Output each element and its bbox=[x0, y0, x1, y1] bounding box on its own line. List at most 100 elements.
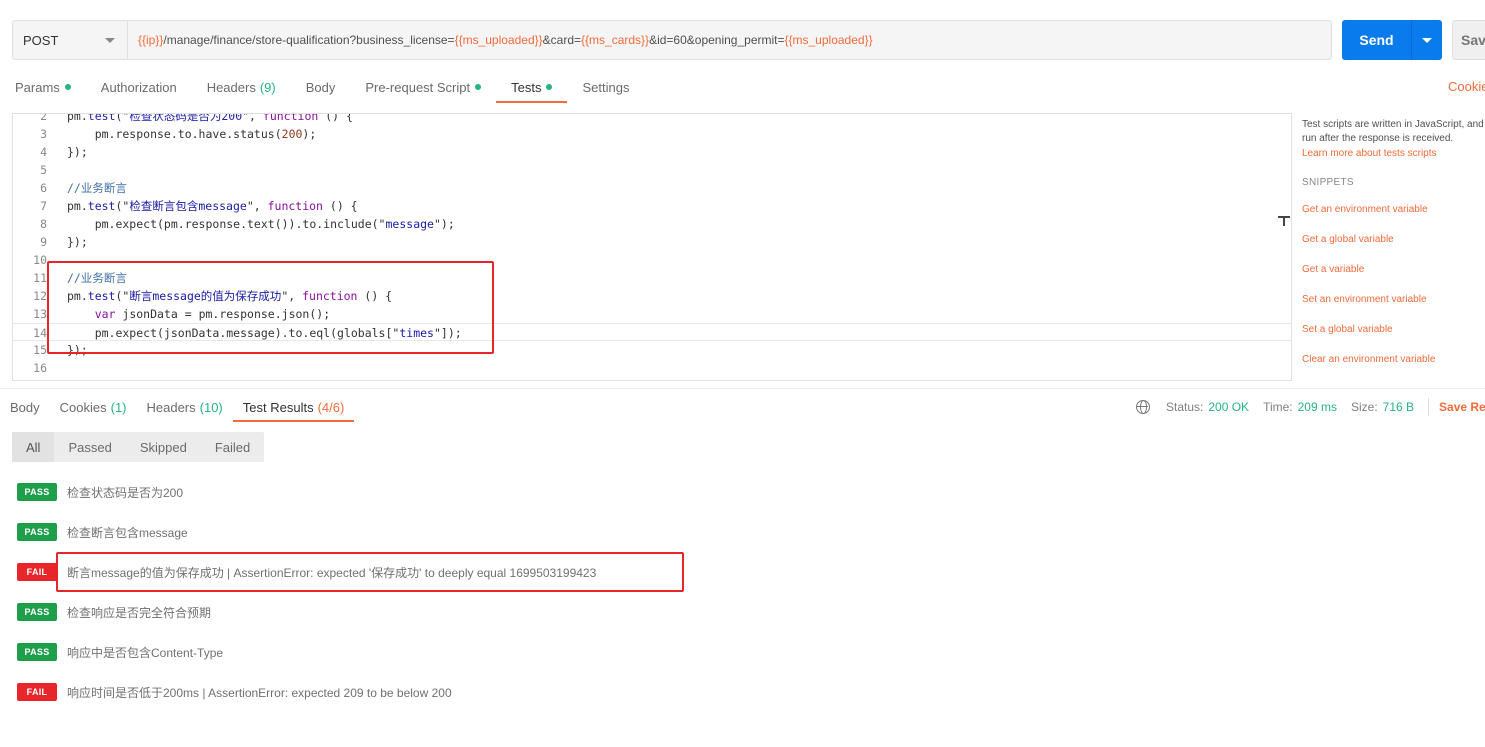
code-line[interactable]: 3 pm.response.to.have.status(200); bbox=[13, 125, 1291, 143]
response-tab-test-results[interactable]: Test Results (4/6) bbox=[232, 394, 355, 422]
test-result-text: 响应时间是否低于200ms | AssertionError: expected… bbox=[67, 685, 452, 700]
time-value[interactable]: 209 ms bbox=[1298, 400, 1337, 414]
tab-label: Tests bbox=[511, 79, 542, 95]
snippet-link[interactable]: Get a global variable bbox=[1302, 234, 1394, 245]
pass-badge: PASS bbox=[17, 523, 57, 541]
url-text: &id=60&opening_permit= bbox=[649, 33, 785, 47]
code-text: //业务断言 bbox=[67, 377, 127, 380]
tab-label: Body bbox=[305, 79, 336, 95]
test-result-text: 检查状态码是否为200 bbox=[67, 485, 184, 500]
line-number: 6 bbox=[40, 181, 47, 195]
pass-badge: PASS bbox=[17, 643, 57, 661]
snippet-link[interactable]: Set a global variable bbox=[1302, 324, 1393, 335]
code-text: pm.expect(pm.response.text()).to.include… bbox=[67, 217, 455, 231]
url-input[interactable]: {{ip}}/manage/finance/store-qualificatio… bbox=[128, 33, 1331, 47]
code-line[interactable]: 8 pm.expect(pm.response.text()).to.inclu… bbox=[13, 215, 1291, 233]
code-line[interactable]: 4}); bbox=[13, 143, 1291, 161]
tab-label: Cookies bbox=[59, 399, 107, 415]
test-result-row: PASS 检查响应是否完全符合预期 bbox=[17, 602, 211, 622]
method-select[interactable]: POST bbox=[13, 21, 128, 59]
code-line[interactable]: 2 pm.test("检查状态码是否为200", function () { bbox=[13, 113, 1291, 125]
test-result-text: 检查断言包含message bbox=[67, 525, 188, 540]
send-options-dropdown[interactable] bbox=[1412, 20, 1442, 60]
tab-count: (9) bbox=[259, 79, 276, 95]
snippet-link[interactable]: Get an environment variable bbox=[1302, 204, 1428, 215]
tab-count: (1) bbox=[110, 399, 127, 415]
line-number: 3 bbox=[40, 127, 47, 141]
tab-params[interactable]: Params bbox=[0, 72, 86, 102]
line-number: 14 bbox=[33, 326, 47, 340]
request-tabs: Params Authorization Headers (9) Body Pre-req… bbox=[0, 72, 644, 103]
code-text: pm.response.to.have.status(200); bbox=[67, 127, 317, 141]
test-result-text: 响应中是否包含Content-Type bbox=[67, 645, 224, 660]
test-result-row: PASS 响应中是否包含Content-Type bbox=[17, 642, 223, 662]
url-text: /manage/finance/store-qualification?busi… bbox=[163, 33, 455, 47]
code-line[interactable]: 6 //业务断言 bbox=[13, 179, 1291, 197]
tab-count: (10) bbox=[199, 399, 223, 415]
tab-label: Authorization bbox=[100, 79, 177, 95]
snippet-link[interactable]: Clear an environment variable bbox=[1302, 354, 1435, 365]
fail-badge: FAIL bbox=[17, 563, 57, 581]
filter-skipped[interactable]: Skipped bbox=[126, 432, 201, 462]
tab-label: Settings bbox=[582, 79, 630, 95]
url-variable: {{ms_uploaded}} bbox=[784, 33, 873, 47]
line-number: 13 bbox=[33, 307, 47, 321]
tab-label: Headers bbox=[206, 79, 256, 95]
line-number: 8 bbox=[40, 217, 47, 231]
response-tab-headers[interactable]: Headers (10) bbox=[137, 394, 233, 420]
tab-count: (4/6) bbox=[317, 399, 345, 415]
tab-label: Pre-request Script bbox=[365, 79, 471, 95]
filter-failed[interactable]: Failed bbox=[201, 432, 264, 462]
code-text: }); bbox=[67, 235, 88, 249]
tab-pre-request-script[interactable]: Pre-request Script bbox=[350, 72, 496, 102]
globe-icon[interactable] bbox=[1136, 400, 1150, 414]
cookies-link[interactable]: Cookies bbox=[1448, 79, 1485, 94]
method-label: POST bbox=[23, 32, 59, 48]
snippet-link[interactable]: Get a variable bbox=[1302, 264, 1364, 275]
code-text: pm.test("检查断言包含message", function () { bbox=[67, 199, 358, 213]
test-result-row: FAIL 响应时间是否低于200ms | AssertionError: expe… bbox=[17, 682, 452, 702]
code-line[interactable]: 5 bbox=[13, 161, 1291, 179]
tab-authorization[interactable]: Authorization bbox=[86, 72, 192, 102]
tab-label: Params bbox=[15, 79, 60, 95]
tab-headers[interactable]: Headers (9) bbox=[192, 72, 291, 102]
time-label: Time: bbox=[1263, 400, 1293, 414]
response-tab-body[interactable]: Body bbox=[0, 394, 50, 420]
test-results-filter: All Passed Skipped Failed bbox=[12, 432, 265, 462]
save-response-button[interactable]: Save Response bbox=[1439, 400, 1485, 414]
code-line[interactable]: 17 //业务断言 bbox=[13, 377, 1291, 380]
response-meta: Status: 200 OK Time: 209 ms Size: 716 B … bbox=[1136, 398, 1485, 416]
filter-all[interactable]: All bbox=[12, 432, 55, 462]
line-number: 12 bbox=[33, 289, 47, 303]
line-number: 9 bbox=[40, 235, 47, 249]
size-value[interactable]: 716 B bbox=[1383, 400, 1414, 414]
save-button[interactable]: Save bbox=[1452, 20, 1485, 60]
tab-body[interactable]: Body bbox=[291, 72, 351, 102]
code-line[interactable]: 7 pm.test("检查断言包含message", function () { bbox=[13, 197, 1291, 215]
tab-settings[interactable]: Settings bbox=[567, 72, 644, 102]
test-result-row: PASS 检查状态码是否为200 bbox=[17, 482, 183, 502]
learn-more-link[interactable]: Learn more about tests scripts bbox=[1302, 148, 1485, 159]
snippet-link[interactable]: Set an environment variable bbox=[1302, 294, 1427, 305]
tab-label: Test Results bbox=[242, 399, 314, 415]
code-text: }); bbox=[67, 145, 88, 159]
status-dot-icon bbox=[546, 84, 553, 90]
pass-badge: PASS bbox=[17, 603, 57, 621]
code-line[interactable]: 9}); bbox=[13, 233, 1291, 251]
send-button[interactable]: Send bbox=[1342, 20, 1442, 60]
status-dot-icon bbox=[475, 84, 482, 90]
status-value[interactable]: 200 OK bbox=[1208, 400, 1249, 414]
line-number: 2 bbox=[40, 113, 47, 123]
test-result-row: PASS 检查断言包含message bbox=[17, 522, 188, 542]
response-tab-cookies[interactable]: Cookies (1) bbox=[50, 394, 137, 420]
code-text: //业务断言 bbox=[67, 181, 127, 195]
editor-resize-icon[interactable] bbox=[1278, 214, 1290, 226]
snippets-sidebar: Test scripts are written in JavaScript, … bbox=[1302, 118, 1485, 365]
filter-passed[interactable]: Passed bbox=[54, 432, 125, 462]
line-number: 4 bbox=[40, 145, 47, 159]
response-tabs: Body Cookies (1) Headers (10) Test Results (4/… bbox=[0, 394, 355, 422]
tab-tests[interactable]: Tests bbox=[496, 72, 568, 103]
code-text: pm.test("检查状态码是否为200", function () { bbox=[67, 113, 353, 123]
code-line[interactable]: 16 bbox=[13, 359, 1291, 377]
line-number: 11 bbox=[33, 271, 47, 285]
